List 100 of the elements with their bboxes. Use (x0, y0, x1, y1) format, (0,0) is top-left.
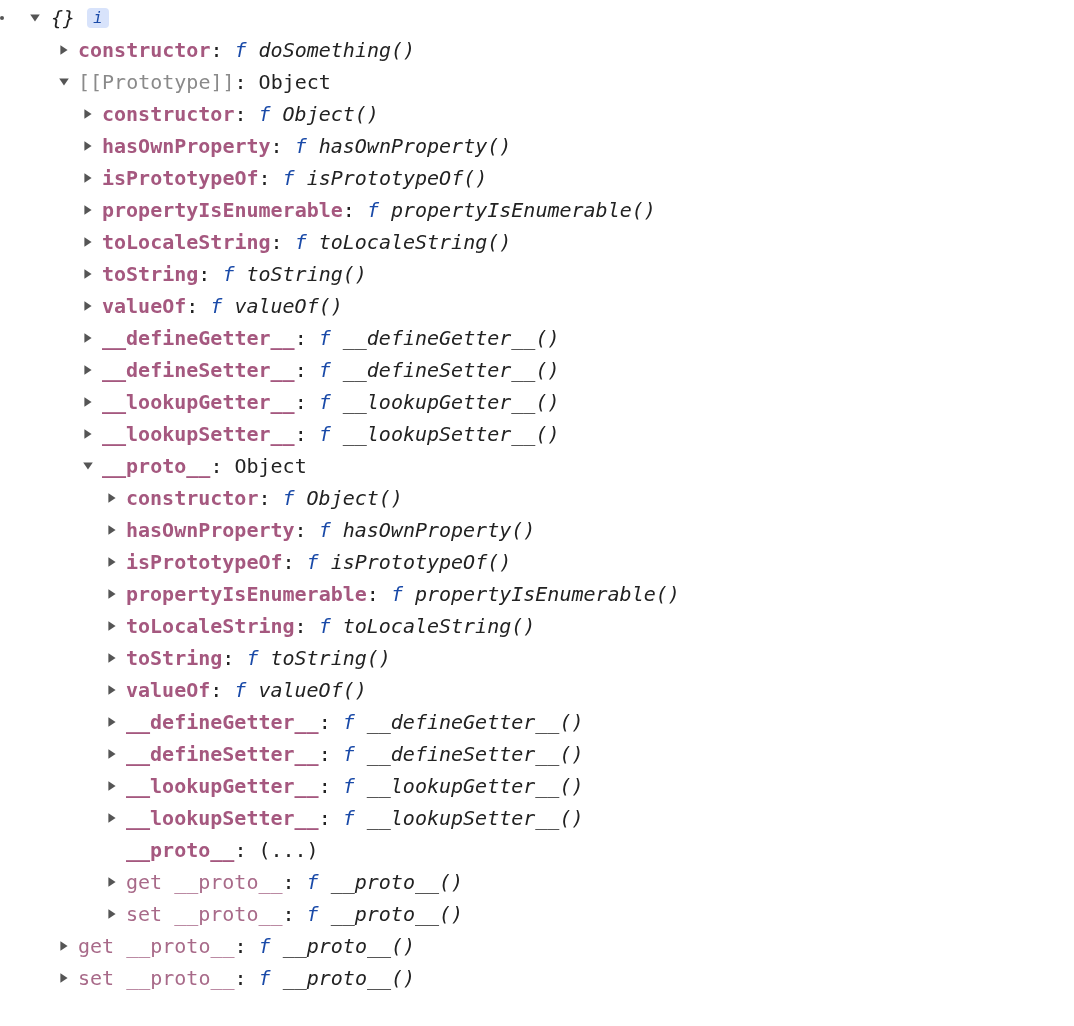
function-prefix: f (306, 902, 319, 926)
colon: : (318, 710, 331, 734)
function-value: valueOf() (258, 678, 367, 702)
property-key: set __proto__ (78, 966, 235, 990)
function-prefix: f (318, 390, 331, 414)
toggle-arrow-icon[interactable] (82, 428, 94, 440)
toggle-arrow-icon[interactable] (58, 44, 70, 56)
function-value: __proto__() (282, 934, 416, 958)
toggle-arrow-icon[interactable] (106, 780, 118, 792)
toggle-arrow-icon[interactable] (29, 12, 41, 24)
toggle-arrow-icon[interactable] (106, 748, 118, 760)
colon: : (234, 838, 247, 862)
toggle-arrow-icon[interactable] (82, 108, 94, 120)
prompt-dot-icon (0, 16, 4, 20)
object-label: {} (51, 6, 76, 30)
function-prefix: f (210, 294, 223, 318)
toggle-arrow-icon[interactable] (106, 556, 118, 568)
function-value: propertyIsEnumerable() (390, 198, 656, 222)
toggle-arrow-icon[interactable] (106, 524, 118, 536)
property-key: __lookupSetter__ (102, 422, 295, 446)
colon: : (294, 422, 307, 446)
function-prefix: f (246, 646, 259, 670)
toggle-arrow-icon[interactable] (82, 460, 94, 472)
function-prefix: f (294, 230, 307, 254)
function-prefix: f (294, 134, 307, 158)
function-prefix: f (318, 326, 331, 350)
property-key: get __proto__ (78, 934, 235, 958)
colon: : (210, 454, 223, 478)
toggle-arrow-icon[interactable] (82, 236, 94, 248)
function-prefix: f (318, 518, 331, 542)
property-key: set __proto__ (126, 902, 283, 926)
toggle-arrow-icon[interactable] (106, 620, 118, 632)
function-prefix: f (258, 966, 271, 990)
property-key: isPrototypeOf (126, 550, 283, 574)
property-key: propertyIsEnumerable (126, 582, 367, 606)
toggle-arrow-icon[interactable] (82, 332, 94, 344)
function-value: __proto__() (282, 966, 416, 990)
colon: : (210, 38, 223, 62)
toggle-arrow-icon[interactable] (106, 908, 118, 920)
colon: : (282, 550, 295, 574)
toggle-arrow-icon[interactable] (82, 396, 94, 408)
function-prefix: f (342, 806, 355, 830)
property-value: (...) (258, 838, 319, 862)
function-value: __lookupGetter__() (366, 774, 584, 798)
toggle-arrow-icon[interactable] (82, 300, 94, 312)
toggle-arrow-icon[interactable] (106, 812, 118, 824)
toggle-arrow-icon[interactable] (82, 268, 94, 280)
colon: : (258, 486, 271, 510)
colon: : (234, 934, 247, 958)
property-key: __lookupGetter__ (102, 390, 295, 414)
property-key: toLocaleString (102, 230, 271, 254)
colon: : (258, 166, 271, 190)
colon: : (270, 134, 283, 158)
function-value: toString() (246, 262, 367, 286)
function-prefix: f (234, 38, 247, 62)
property-key: toLocaleString (126, 614, 295, 638)
function-prefix: f (306, 870, 319, 894)
colon: : (294, 518, 307, 542)
toggle-arrow-icon[interactable] (82, 204, 94, 216)
property-key: hasOwnProperty (102, 134, 271, 158)
toggle-arrow-icon[interactable] (106, 588, 118, 600)
function-value: toLocaleString() (318, 230, 512, 254)
toggle-arrow-icon[interactable] (82, 140, 94, 152)
function-value: __lookupGetter__() (342, 390, 560, 414)
toggle-arrow-icon[interactable] (106, 684, 118, 696)
property-key: __defineGetter__ (102, 326, 295, 350)
colon: : (294, 614, 307, 638)
colon: : (318, 806, 331, 830)
colon: : (318, 774, 331, 798)
property-key: __proto__ (126, 838, 235, 862)
toggle-arrow-icon[interactable] (58, 76, 70, 88)
function-value: hasOwnProperty() (318, 134, 512, 158)
function-prefix: f (234, 678, 247, 702)
toggle-arrow-icon[interactable] (106, 716, 118, 728)
function-prefix: f (342, 774, 355, 798)
function-value: toString() (270, 646, 391, 670)
colon: : (282, 902, 295, 926)
toggle-arrow-icon[interactable] (82, 364, 94, 376)
property-key: __lookupSetter__ (126, 806, 319, 830)
property-key: __defineGetter__ (126, 710, 319, 734)
info-badge[interactable]: i (87, 8, 109, 28)
toggle-arrow-icon[interactable] (58, 940, 70, 952)
toggle-arrow-icon[interactable] (106, 652, 118, 664)
function-prefix: f (282, 486, 295, 510)
toggle-arrow-icon[interactable] (106, 492, 118, 504)
colon: : (198, 262, 211, 286)
function-value: propertyIsEnumerable() (414, 582, 680, 606)
function-prefix: f (390, 582, 403, 606)
function-value: __lookupSetter__() (366, 806, 584, 830)
function-prefix: f (366, 198, 379, 222)
toggle-arrow-icon[interactable] (82, 172, 94, 184)
function-value: isPrototypeOf() (330, 550, 512, 574)
function-prefix: f (222, 262, 235, 286)
function-prefix: f (258, 934, 271, 958)
function-prefix: f (318, 422, 331, 446)
toggle-arrow-icon[interactable] (58, 972, 70, 984)
toggle-arrow-icon[interactable] (106, 876, 118, 888)
property-key: constructor (102, 102, 235, 126)
property-key: toString (102, 262, 199, 286)
colon: : (234, 966, 247, 990)
